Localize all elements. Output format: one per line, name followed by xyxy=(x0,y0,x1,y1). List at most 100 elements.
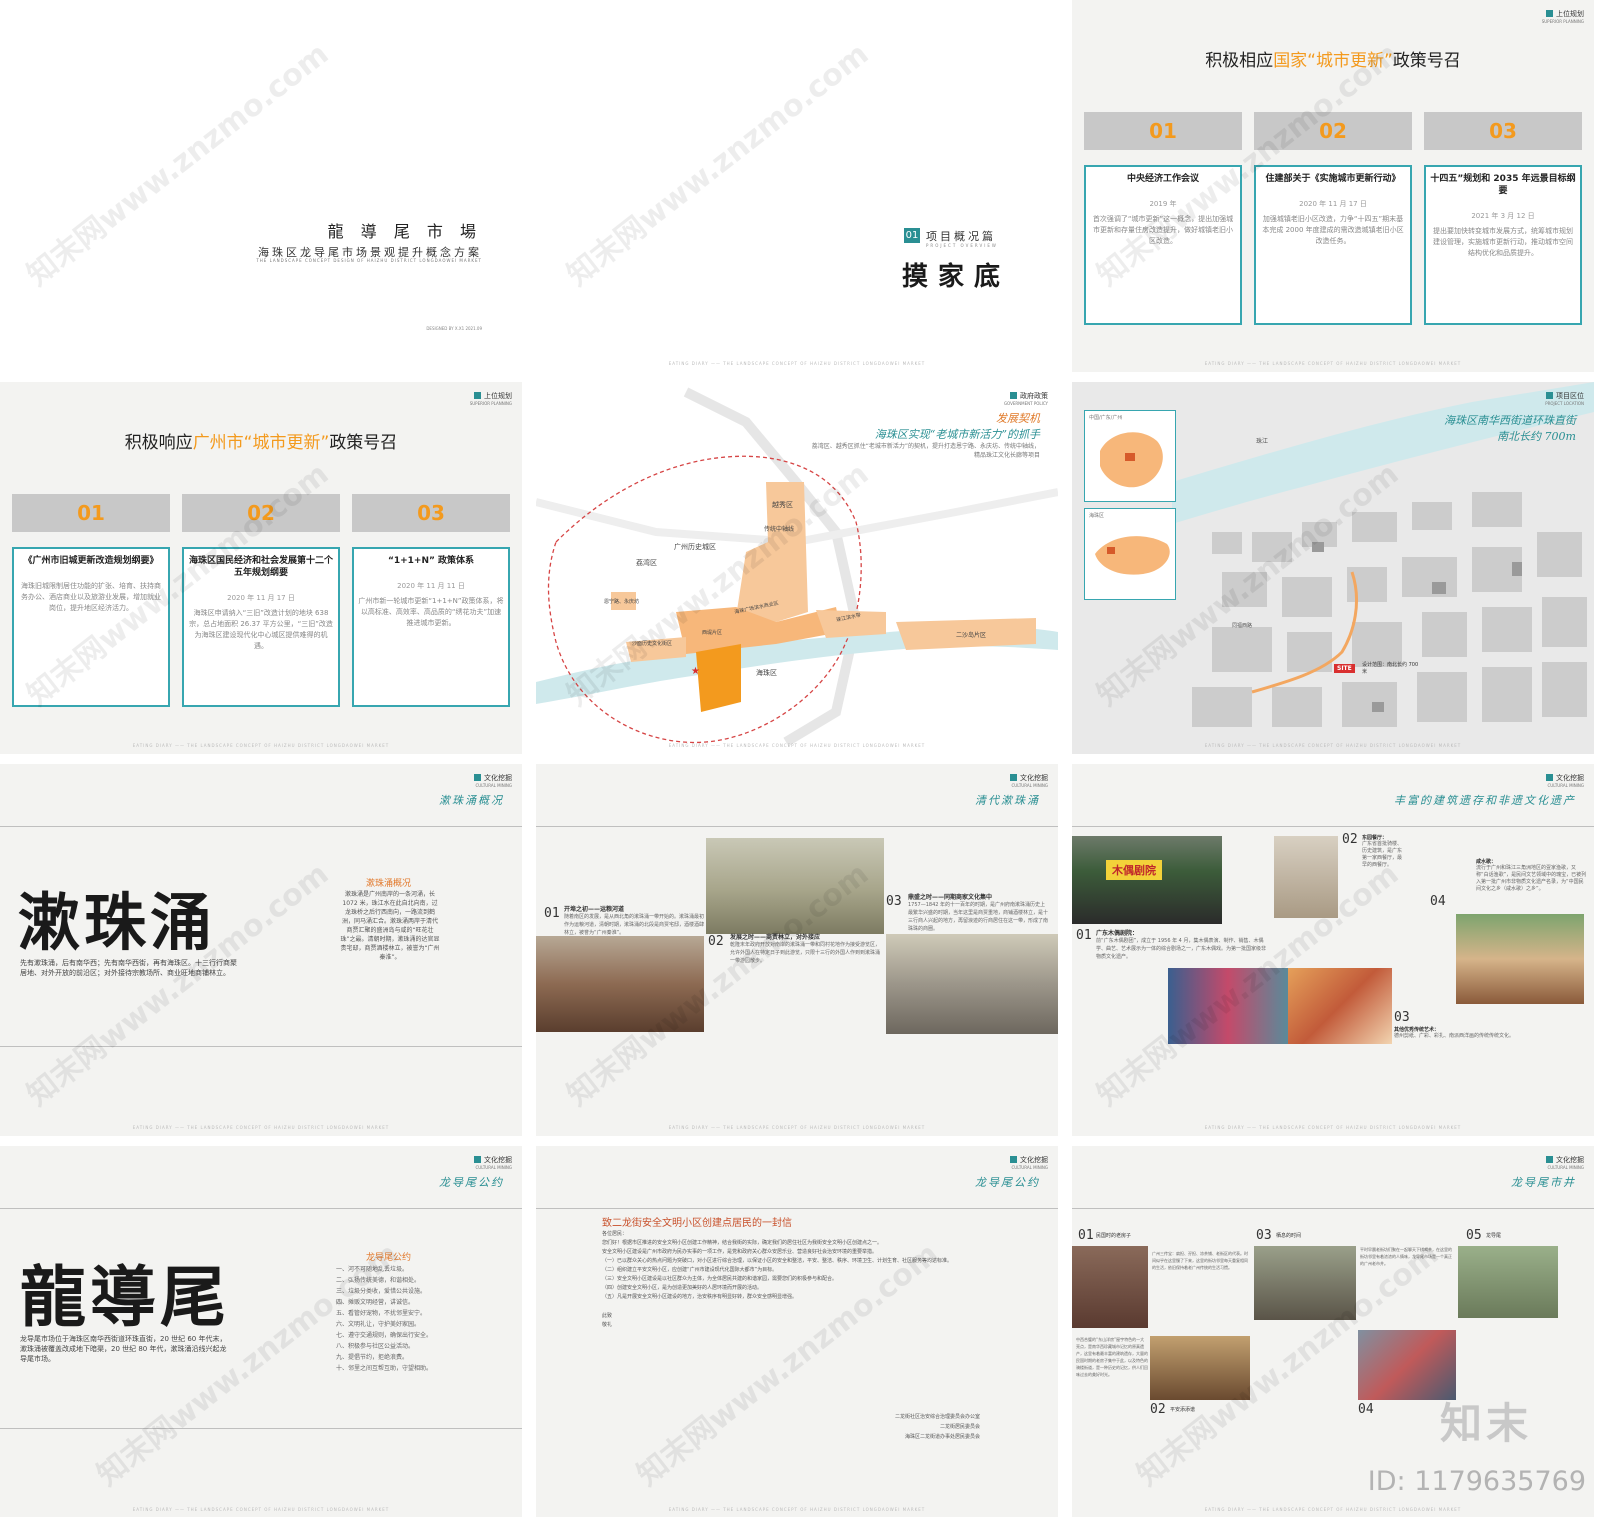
shop-photo xyxy=(1150,1336,1250,1400)
item-number: 02 xyxy=(708,934,724,949)
slide-tag: 文化挖掘 CULTURAL MINING xyxy=(474,1156,512,1170)
item-number: 03 xyxy=(1394,1010,1410,1025)
policy-card: 海珠区国民经济和社会发展第十二个五年规划纲要 2020 年 11 月 17 日海珠… xyxy=(182,547,340,707)
list-item: 八、积极参与社区公益活动。 xyxy=(336,1343,415,1350)
slide-heading: 丰富的建筑遗存和非遗文化遗产 xyxy=(1394,794,1576,807)
policy-card: 住建部关于《实施城市更新行动》 2020 年 11 月 17 日加强城镇老旧小区改… xyxy=(1254,165,1412,325)
convention-title: 龙导尾公约 xyxy=(366,1253,412,1263)
zone-site xyxy=(696,644,741,712)
painting-image-1 xyxy=(706,838,884,934)
theatre-photo: 木偶剧院 xyxy=(1072,836,1222,924)
cover-subtitle-en: THE LANDSCAPE CONCEPT DESIGN OF HAIZHU D… xyxy=(256,258,482,263)
site-marker: SITE xyxy=(1334,664,1355,673)
star-icon: ★ xyxy=(691,666,700,677)
divider xyxy=(0,1046,522,1047)
item-text: 东园餐厅： 广东省首批骑楼、历史建筑，是广东第一家西餐厅，最早的西餐厅。 xyxy=(1362,835,1403,868)
section-big-title: 摸家底 xyxy=(902,262,1011,292)
list-item: 二、弘扬传统美德，和谐相处。 xyxy=(336,1277,421,1284)
label-enning: 恩宁路、永庆坊 xyxy=(604,599,640,605)
inset-district: 海珠区 xyxy=(1084,508,1176,600)
slide-tag: 文化挖掘 CULTURAL MINING xyxy=(1546,774,1584,788)
divider xyxy=(536,1208,1058,1209)
list-item: 九、提倡节约，拒绝浪费。 xyxy=(336,1354,409,1361)
cover-title: 龍 導 尾 市 場 xyxy=(327,222,482,241)
slide-longdaowei: 文化挖掘 CULTURAL MINING 龙导尾公约 龍導尾 龙导尾市场位于海珠区… xyxy=(0,1146,522,1517)
slide-letter: 文化挖掘 CULTURAL MINING 龙导尾公约 致二龙街安全文明小区创建点居… xyxy=(536,1146,1058,1517)
slide-qing-dynasty: 文化挖掘 CULTURAL MINING 清代漱珠涌 01 开埠之初——运粮河道 … xyxy=(536,764,1058,1136)
slide-footer: EATING DIARY —— THE LANDSCAPE CONCEPT OF… xyxy=(1204,1125,1462,1130)
slide-tag: 文化挖掘 CULTURAL MINING xyxy=(474,774,512,788)
intro-text: 龙导尾市场位于海珠区南华西街道环珠直街，20 世纪 60 年代末，漱珠涌被覆盖改… xyxy=(20,1335,227,1363)
brand-logo: 知末 xyxy=(1439,1399,1532,1448)
item-text: 其他优秀传统艺术： 德州剪纸、广彩、彩扎、南派西洋画的传统传统文化。 xyxy=(1394,1027,1515,1039)
item-text: 广州三传宝：扁担、孖担、凉茶铺、老街区的代表。时间似乎在这里慢了下来，这里的街坊… xyxy=(1152,1251,1248,1270)
policy-card: “1+1+N” 政策体系 2020 年 11 月 11 日广州市新一轮城市更新“1… xyxy=(352,547,510,707)
item-number: 01 xyxy=(1076,928,1092,943)
artwork-photo-2 xyxy=(1288,968,1392,1044)
letter-body: 各位居民： 您们好！根据市区推进的安全文明小区创建工作精神，结合我街的实际，确定… xyxy=(602,1231,953,1328)
elder-photo xyxy=(1254,1246,1356,1320)
slide-footer: EATING DIARY —— THE LANDSCAPE CONCEPT OF… xyxy=(668,1507,926,1512)
label-shamian: 沙面历史文化街区 xyxy=(632,641,673,647)
cover-designed: DESIGNED BY X.X1 2021.09 xyxy=(426,326,482,331)
location-heading-2: 南北长约 700m xyxy=(1497,430,1576,443)
card-number: 02 xyxy=(182,494,340,532)
label-haizhu: 海珠区 xyxy=(756,669,777,677)
item-title: 平安添添谱 xyxy=(1170,1407,1196,1413)
item-text: 广东木偶剧院： 前“广东木偶剧团”，成立于 1956 年 4 月，集木偶表演、制… xyxy=(1096,930,1267,960)
item-number: 03 xyxy=(886,894,902,909)
slide-tag: 政府政策 GOVERNMENT POLICY xyxy=(1003,392,1048,406)
item-title: 栖息的时间 xyxy=(1276,1233,1302,1239)
slide-tag: 上位规划 SUPERIOR PLANNING xyxy=(1541,10,1584,24)
label-xidi: 西堤片区 xyxy=(702,630,723,636)
divider xyxy=(0,826,522,827)
policy-title: 积极响应广州市“城市更新”政策号召 xyxy=(124,433,398,453)
slide-heading: 龙导尾公约 xyxy=(439,1176,504,1189)
list-item: 五、看管好宠物，不扰邻里安宁。 xyxy=(336,1310,427,1317)
policy-card: 《广州市旧城更新改造规划纲要》 海珠旧城限制居住功能的扩张、培育、扶持商务办公、酒… xyxy=(12,547,170,707)
divider xyxy=(0,1428,522,1429)
id-label: ID: 1179635769 xyxy=(1367,1466,1586,1497)
divider xyxy=(0,1208,522,1209)
slide-national-policy: 上位规划 SUPERIOR PLANNING 积极相应国家“城市更新”政策号召 0… xyxy=(1072,0,1594,372)
slide-footer: EATING DIARY —— THE LANDSCAPE CONCEPT OF… xyxy=(1204,361,1462,366)
slide-footer: EATING DIARY —— THE LANDSCAPE CONCEPT OF… xyxy=(1204,1507,1462,1512)
list-item: 十、邻里之间互帮互助，守望相助。 xyxy=(336,1365,433,1372)
label-history: 广州历史城区 xyxy=(674,543,716,551)
big-title: 龍導尾 xyxy=(20,1258,230,1336)
slide-tag: 文化挖掘 CULTURAL MINING xyxy=(1546,1156,1584,1170)
slide-footer: EATING DIARY —— THE LANDSCAPE CONCEPT OF… xyxy=(668,361,926,366)
location-heading-1: 海珠区南华西街道环珠直街 xyxy=(1444,414,1576,427)
card-number: 01 xyxy=(1084,112,1242,150)
section-title: 项目概况篇 xyxy=(926,230,996,243)
list-item: 七、遵守交通规则，确保出行安全。 xyxy=(336,1332,433,1339)
item-text: 开埠之初——运粮河道 随着南区的发展，是从西北角的漱珠涌一带开始的。漱珠涌最初作… xyxy=(564,906,705,936)
list-item: 六、文明礼让，守护美好家园。 xyxy=(336,1321,421,1328)
item-title: 龙导尾 xyxy=(1486,1233,1502,1239)
divider xyxy=(1072,826,1594,827)
item-title: 民国时的老房子 xyxy=(1096,1233,1132,1239)
item-number: 02 xyxy=(1342,832,1358,847)
item-text: 发展之时——商贾林立，对外接应 乾隆末年政府开放对南岸的漱珠涌一带和同村花地作为… xyxy=(730,934,881,964)
item-number: 03 xyxy=(1256,1228,1272,1243)
river-shape xyxy=(1172,382,1594,524)
letter-title: 致二龙街安全文明小区创建点居民的一封信 xyxy=(602,1218,792,1229)
label-liwan: 荔湾区 xyxy=(636,559,657,567)
painting-image-3 xyxy=(886,934,1058,1034)
slide-tag: 项目区位 PROJECT LOCATION xyxy=(1545,392,1584,406)
slide-footer: EATING DIARY —— THE LANDSCAPE CONCEPT OF… xyxy=(132,743,390,748)
slide-street-life: 文化挖掘 CULTURAL MINING 龙导尾市井 01 民国时的老房子 中西合… xyxy=(1072,1146,1594,1517)
map-note: 荔湾区、越秀区抓住“老城市新活力”的契机，提升打造恩宁路、永庆坊、传统中轴线，精… xyxy=(811,443,1040,459)
slide-heading: 龙导尾公约 xyxy=(975,1176,1040,1189)
card-number: 02 xyxy=(1254,112,1412,150)
slide-guangzhou-policy: 上位规划 SUPERIOR PLANNING 积极响应广州市“城市更新”政策号召 … xyxy=(0,382,522,754)
policy-card: 中央经济工作会议 2019 年首次强调了“城市更新”这一概念，提出加强城市更新和存… xyxy=(1084,165,1242,325)
section-title-en: PROJECT OVERVIEW xyxy=(926,243,998,248)
big-title: 漱珠涌 xyxy=(18,886,217,959)
singers-photo xyxy=(1456,914,1584,1004)
item-number: 05 xyxy=(1466,1228,1482,1243)
policy-title: 积极相应国家“城市更新”政策号召 xyxy=(1205,51,1461,71)
section-number: 01 xyxy=(904,228,920,243)
slide-footer: EATING DIARY —— THE LANDSCAPE CONCEPT OF… xyxy=(1204,743,1462,748)
letter-signers: 二龙街社区治安综合治理委员会办公室 二龙街居民委员会 海珠区二龙街道办事处居民委… xyxy=(894,1414,980,1440)
